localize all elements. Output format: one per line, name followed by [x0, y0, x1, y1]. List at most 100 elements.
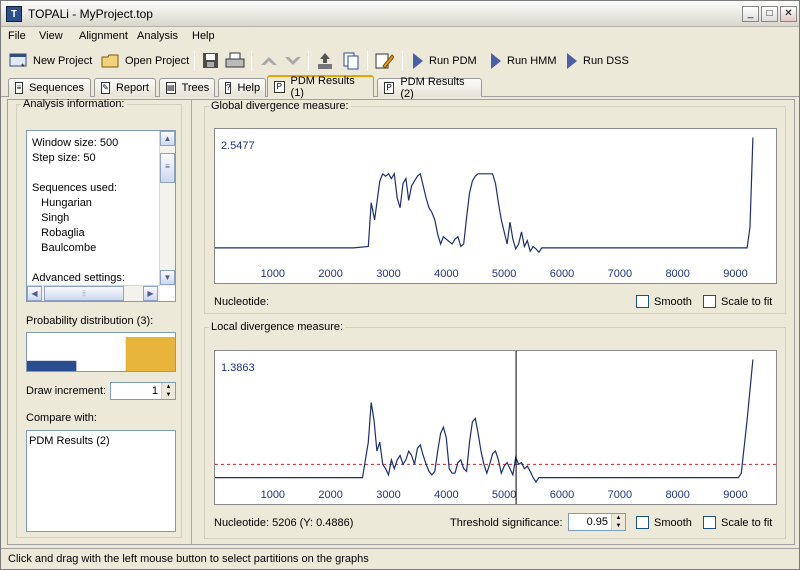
tab-pdm-results-1[interactable]: P PDM Results (1): [267, 75, 374, 99]
scroll-left-icon[interactable]: ◀: [27, 286, 42, 301]
run-dss-button[interactable]: Run DSS: [565, 50, 629, 72]
edit-button[interactable]: [374, 50, 398, 72]
menu-help[interactable]: Help: [192, 30, 215, 42]
spin-down-icon[interactable]: ▼: [612, 522, 625, 530]
play-icon: [413, 53, 423, 69]
checkbox-box[interactable]: [703, 295, 716, 308]
export-button[interactable]: [315, 50, 339, 72]
x-tick-label: 5000: [492, 489, 516, 501]
toolbar-separator: [402, 51, 403, 71]
info-line: Robaglia: [32, 227, 85, 239]
move-up-button[interactable]: [259, 50, 283, 72]
horizontal-scrollbar[interactable]: ◀ ⦙⦙ ▶: [27, 285, 160, 301]
hscroll-thumb[interactable]: ⦙⦙: [44, 286, 124, 301]
series-line: [215, 137, 754, 254]
minimize-icon[interactable]: _: [742, 6, 759, 22]
run-dss-label: Run DSS: [583, 55, 629, 67]
print-button[interactable]: [225, 50, 249, 72]
scroll-up-icon[interactable]: ▲: [160, 131, 175, 146]
menu-analysis[interactable]: Analysis: [137, 30, 178, 42]
global-nucleotide-label: Nucleotide:: [214, 296, 270, 308]
spin-up-icon[interactable]: ▲: [612, 514, 625, 522]
pdm-results-icon: P: [274, 81, 285, 93]
move-down-button[interactable]: [283, 50, 307, 72]
arrow-up-icon: [261, 57, 277, 65]
local-divergence-chart[interactable]: 1.3863 1000 2000 3000 4000 5000 6000 7000 8000 90…: [215, 351, 776, 504]
global-divergence-graph[interactable]: 2.5477 1000 2000 3000 4000 5000 6000 7000 8000 90…: [214, 128, 777, 284]
save-button[interactable]: [201, 50, 225, 72]
new-project-button[interactable]: * New Project: [9, 50, 92, 72]
global-scale-to-fit-checkbox[interactable]: Scale to fit: [703, 295, 772, 308]
x-tick-label: 6000: [550, 489, 574, 501]
global-smooth-checkbox[interactable]: Smooth: [636, 295, 692, 308]
info-line: Window size: 500: [32, 137, 119, 149]
menu-file[interactable]: File: [8, 30, 26, 42]
toolbar-separator: [251, 51, 252, 71]
menu-bar: File View Alignment Analysis Help: [1, 28, 799, 46]
tab-pdm-results-2[interactable]: P PDM Results (2): [377, 76, 482, 100]
global-divergence-title: Global divergence measure:: [211, 100, 349, 112]
menu-alignment[interactable]: Alignment: [79, 30, 128, 42]
compare-with-list[interactable]: PDM Results (2): [26, 430, 176, 532]
draw-increment-label: Draw increment:: [26, 385, 107, 397]
spinner-buttons[interactable]: ▲ ▼: [161, 383, 175, 399]
run-pdm-button[interactable]: Run PDM: [411, 50, 477, 72]
tab-trees[interactable]: ▤ Trees: [159, 78, 215, 97]
maximize-icon[interactable]: □: [761, 6, 778, 22]
close-icon[interactable]: ✕: [780, 6, 797, 22]
local-scale-to-fit-checkbox[interactable]: Scale to fit: [703, 516, 772, 529]
threshold-spinner[interactable]: 0.95 ▲ ▼: [568, 513, 626, 531]
copy-icon: [343, 52, 359, 70]
tab-sequences[interactable]: ≡ Sequences: [8, 78, 91, 97]
checkbox-label: Smooth: [654, 295, 692, 308]
arrow-down-icon: [285, 57, 301, 65]
global-divergence-chart[interactable]: 2.5477 1000 2000 3000 4000 5000 6000 7000 8000 90…: [215, 129, 776, 283]
checkbox-label: Scale to fit: [721, 516, 773, 529]
tab-report[interactable]: ✎ Report: [94, 78, 156, 97]
checkbox-box[interactable]: [636, 516, 649, 529]
checkbox-label: Scale to fit: [721, 295, 773, 308]
spin-down-icon[interactable]: ▼: [162, 391, 175, 399]
play-icon: [491, 53, 501, 69]
y-max-label: 1.3863: [221, 362, 255, 374]
x-tick-label: 6000: [550, 268, 574, 280]
analysis-info-box[interactable]: Window size: 500 Step size: 50 Sequences u…: [26, 130, 176, 302]
scroll-down-icon[interactable]: ▼: [160, 270, 175, 285]
x-tick-label: 7000: [608, 268, 632, 280]
x-tick-label: 2000: [318, 489, 342, 501]
x-tick-label: 8000: [665, 268, 689, 280]
new-project-icon: *: [9, 53, 27, 70]
local-smooth-checkbox[interactable]: Smooth: [636, 516, 692, 529]
copy-button[interactable]: [341, 50, 365, 72]
tab-label: Trees: [181, 82, 210, 94]
spinner-buttons[interactable]: ▲ ▼: [611, 514, 625, 530]
threshold-label: Threshold significance:: [450, 517, 563, 529]
vertical-scrollbar[interactable]: ▲ ≡ ▼: [159, 131, 175, 286]
open-project-button[interactable]: Open Project: [101, 50, 189, 72]
tab-bar: ≡ Sequences ✎ Report ▤ Trees ? Help P PDM Res…: [1, 75, 799, 100]
prob-bar: [125, 337, 175, 371]
checkbox-box[interactable]: [636, 295, 649, 308]
threshold-value: 0.95: [586, 516, 608, 528]
tab-content: Analysis information: Window size: 500 St…: [7, 98, 795, 545]
local-divergence-graph[interactable]: 1.3863 1000 2000 3000 4000 5000 6000 7000 8000 90…: [214, 350, 777, 505]
draw-increment-spinner[interactable]: 1 ▲ ▼: [110, 382, 176, 400]
status-bar: Click and drag with the left mouse butto…: [1, 548, 799, 568]
analysis-info-title: Analysis information:: [23, 98, 125, 110]
info-line: Singh: [32, 212, 70, 224]
prob-dist-chart: [27, 337, 175, 371]
x-tick-label: 3000: [376, 268, 400, 280]
menu-view[interactable]: View: [39, 30, 63, 42]
x-tick-label: 4000: [434, 268, 458, 280]
run-hmm-button[interactable]: Run HMM: [489, 50, 557, 72]
export-icon: [318, 53, 332, 69]
tab-help[interactable]: ? Help: [218, 78, 266, 97]
checkbox-box[interactable]: [703, 516, 716, 529]
tab-label: Help: [237, 82, 261, 94]
spin-up-icon[interactable]: ▲: [162, 383, 175, 391]
tab-label: Sequences: [28, 82, 84, 94]
scroll-right-icon[interactable]: ▶: [143, 286, 158, 301]
scroll-thumb[interactable]: ≡: [160, 153, 175, 183]
list-item[interactable]: PDM Results (2): [29, 435, 110, 447]
x-tick-label: 4000: [434, 489, 458, 501]
